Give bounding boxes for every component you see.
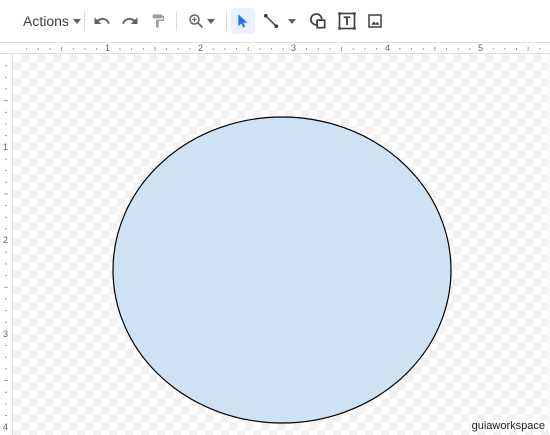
paint-format-icon [150, 13, 166, 29]
line-icon [262, 12, 280, 30]
caret-down-icon [288, 18, 296, 24]
image-icon [366, 12, 384, 30]
toolbar: Actions [0, 0, 550, 42]
ruler-label: 1 [3, 142, 9, 152]
paint-format-button[interactable] [146, 8, 170, 34]
ruler-label: 5 [478, 43, 484, 53]
select-tool-button[interactable] [231, 8, 255, 34]
ellipse-shape[interactable] [112, 116, 452, 424]
zoom-button[interactable] [183, 8, 219, 34]
zoom-icon [187, 12, 205, 30]
horizontal-ruler: 1 2 3 4 5 [0, 42, 550, 54]
text-box-icon [337, 11, 357, 31]
toolbar-separator [226, 11, 227, 31]
vertical-ruler: 1 2 3 4 [0, 54, 13, 435]
ruler-label: 2 [198, 43, 204, 53]
undo-button[interactable] [90, 8, 114, 34]
text-box-tool-button[interactable] [335, 8, 359, 34]
caret-down-icon [72, 18, 81, 24]
actions-menu-button[interactable]: Actions [17, 8, 81, 34]
ruler-label: 2 [3, 235, 9, 245]
shape-layer [112, 116, 452, 424]
ruler-label: 4 [3, 422, 9, 432]
toolbar-separator [176, 11, 177, 31]
ruler-label: 4 [385, 43, 391, 53]
toolbar-separator [84, 11, 85, 31]
ruler-label: 1 [105, 43, 111, 53]
caret-down-icon [207, 18, 215, 24]
undo-icon [93, 12, 111, 30]
shape-tool-button[interactable] [306, 8, 330, 34]
drawing-canvas[interactable]: guiaworkspace [13, 54, 550, 435]
watermark-text: guiaworkspace [470, 420, 546, 432]
cursor-arrow-icon [235, 13, 251, 29]
shape-icon [308, 11, 328, 31]
image-tool-button[interactable] [363, 8, 387, 34]
redo-button[interactable] [118, 8, 142, 34]
redo-icon [121, 12, 139, 30]
ruler-label: 3 [291, 43, 297, 53]
actions-menu-label: Actions [23, 13, 69, 29]
ruler-label: 3 [3, 329, 9, 339]
line-tool-button[interactable] [259, 8, 299, 34]
